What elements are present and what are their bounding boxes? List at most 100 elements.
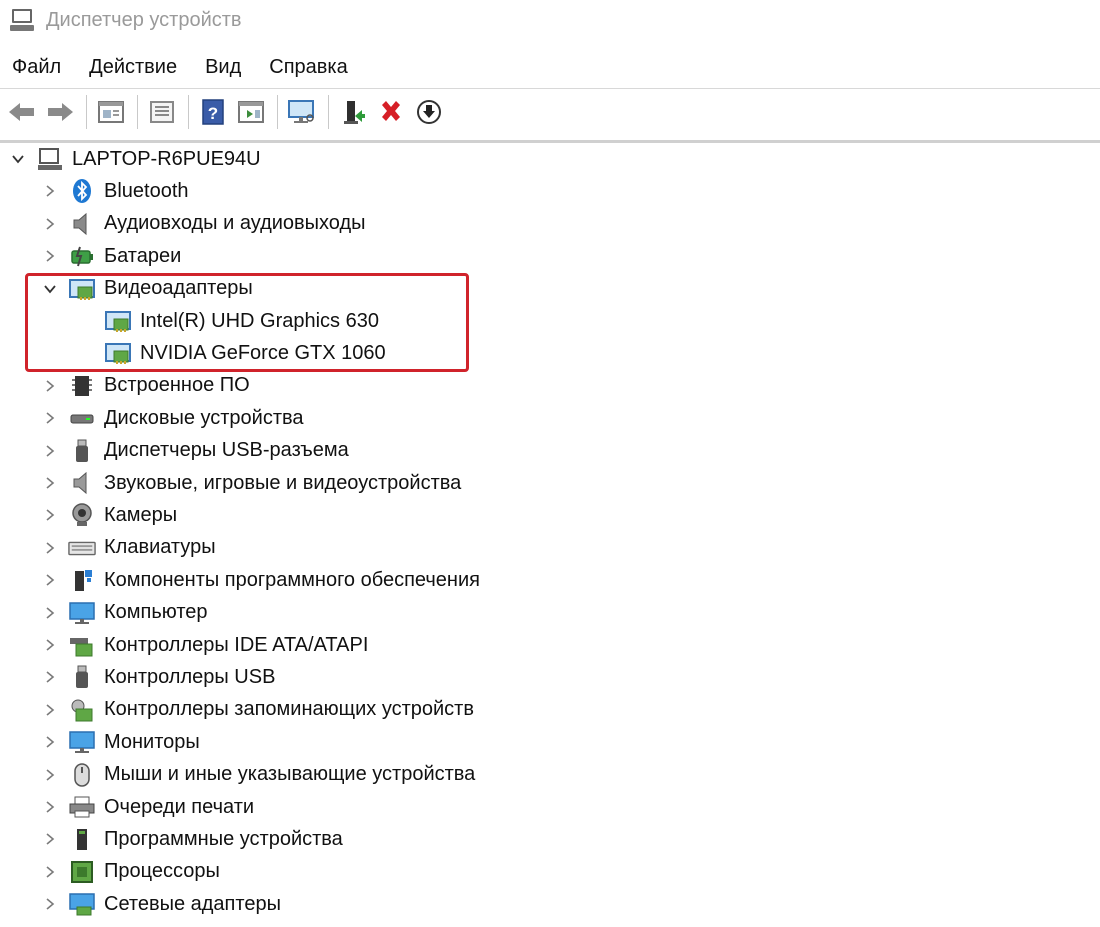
tree-category[interactable]: Звуковые, игровые и видеоустройства [40,467,461,499]
update-driver-icon [417,100,441,124]
usb-controller-icon [68,663,96,691]
tree-category[interactable]: Мыши и иные указывающие устройства [40,759,475,791]
tree-category[interactable]: Программные устройства [40,823,343,855]
help-button[interactable]: ? [195,94,231,130]
toolbar-separator [328,95,329,129]
expand-chevron-icon[interactable] [40,376,60,396]
remove-device-button[interactable] [373,94,409,130]
show-hidden-button[interactable] [233,94,269,130]
tree-category[interactable]: Контроллеры запоминающих устройств [40,694,474,726]
disk-icon [68,404,96,432]
remove-device-icon [382,101,400,121]
tree-item-label: Intel(R) UHD Graphics 630 [140,309,379,332]
tree-item-label: Контроллеры запоминающих устройств [104,698,474,721]
update-driver-button[interactable] [411,94,447,130]
bluetooth-icon [68,177,96,205]
collapse-chevron-icon[interactable] [8,149,28,169]
camera-icon [68,501,96,529]
tree-category[interactable]: Компоненты программного обеспечения [40,564,480,596]
tree-category[interactable]: Мониторы [40,726,200,758]
tree-item-label: Мыши и иные указывающие устройства [104,763,476,786]
toolbar-separator [137,95,138,129]
tree-category[interactable]: Встроенное ПО [40,370,250,402]
tree-item-label: Встроенное ПО [104,374,250,397]
tree-category[interactable]: Камеры [40,499,177,531]
menu-view[interactable]: Вид [205,56,241,79]
monitor-icon [68,728,96,756]
expand-chevron-icon[interactable] [40,246,60,266]
software-component-icon [68,566,96,594]
tree-device[interactable]: Intel(R) UHD Graphics 630 [104,305,379,337]
tree-category[interactable]: Очереди печати [40,791,254,823]
expand-chevron-icon[interactable] [40,214,60,234]
expand-chevron-icon[interactable] [40,181,60,201]
expand-chevron-icon[interactable] [40,603,60,623]
tree-category[interactable]: Диспетчеры USB-разъема [40,435,349,467]
tree-category[interactable]: Контроллеры IDE ATA/ATAPI [40,629,368,661]
expand-chevron-icon[interactable] [40,894,60,914]
tree-device[interactable]: NVIDIA GeForce GTX 1060 [104,337,386,369]
toolbar: ? [0,90,1100,134]
expand-chevron-icon[interactable] [40,862,60,882]
tree-item-label: Компьютер [104,601,208,624]
tree-item-label: Очереди печати [104,795,255,818]
tree-category[interactable]: Процессоры [40,856,220,888]
tree-category[interactable]: Компьютер [40,597,208,629]
tree-item-label: Контроллеры USB [104,665,276,688]
list-view-button[interactable] [144,94,180,130]
title-bar: Диспетчер устройств [0,0,1100,40]
tree-category[interactable]: Аудиовходы и аудиовыходы [40,208,366,240]
tree-category[interactable]: Bluetooth [40,175,189,207]
tree-category[interactable]: Дисковые устройства [40,402,304,434]
tree-category[interactable]: Сетевые адаптеры [40,888,281,920]
expand-chevron-icon[interactable] [40,700,60,720]
expand-chevron-icon[interactable] [40,732,60,752]
toolbar-separator [86,95,87,129]
toolbar-separator [277,95,278,129]
expand-chevron-icon[interactable] [40,570,60,590]
expand-chevron-icon[interactable] [40,505,60,525]
enable-device-button[interactable] [335,94,371,130]
menu-help[interactable]: Справка [269,56,347,79]
expand-chevron-icon[interactable] [40,635,60,655]
tree-category[interactable]: Батареи [40,240,181,272]
list-icon [150,101,174,123]
menu-action[interactable]: Действие [89,56,177,79]
network-adapter-icon [68,890,96,918]
tree-category[interactable]: Видеоадаптеры [40,273,253,305]
display-adapter-icon [104,339,132,367]
device-manager-icon [10,7,34,33]
tree-item-label: Контроллеры IDE ATA/ATAPI [104,633,369,656]
expand-chevron-icon[interactable] [40,538,60,558]
tree-item-label: Аудиовходы и аудиовыходы [104,212,366,235]
expand-chevron-icon[interactable] [40,441,60,461]
tree-item-label: NVIDIA GeForce GTX 1060 [140,341,386,364]
back-button[interactable] [4,94,40,130]
toolbar-separator [188,95,189,129]
menu-divider [0,88,1100,89]
forward-button[interactable] [42,94,78,130]
tree-item-label: Процессоры [104,860,220,883]
tree-category[interactable]: Контроллеры USB [40,661,275,693]
tree-category[interactable]: Клавиатуры [40,532,216,564]
properties-pane-button[interactable] [93,94,129,130]
menu-file[interactable]: Файл [12,56,61,79]
collapse-chevron-icon[interactable] [40,279,60,299]
tree-root[interactable]: LAPTOP-R6PUE94U [8,143,261,175]
enable-device-icon [344,101,365,124]
expand-chevron-icon[interactable] [40,473,60,493]
tree-item-label: Диспетчеры USB-разъема [104,439,349,462]
expand-chevron-icon[interactable] [40,408,60,428]
display-adapter-icon [68,275,96,303]
expand-chevron-icon[interactable] [40,829,60,849]
expand-chevron-icon[interactable] [40,797,60,817]
window-title: Диспетчер устройств [46,8,242,31]
computer-icon [68,599,96,627]
speaker-icon [68,210,96,238]
scan-hardware-button[interactable] [284,94,320,130]
expand-chevron-icon[interactable] [40,667,60,687]
usb-icon [68,437,96,465]
expand-chevron-icon[interactable] [40,765,60,785]
device-tree: LAPTOP-R6PUE94U Bluetooth Аудиовходы и ауд… [0,143,1100,927]
monitor-scan-icon [288,100,314,123]
